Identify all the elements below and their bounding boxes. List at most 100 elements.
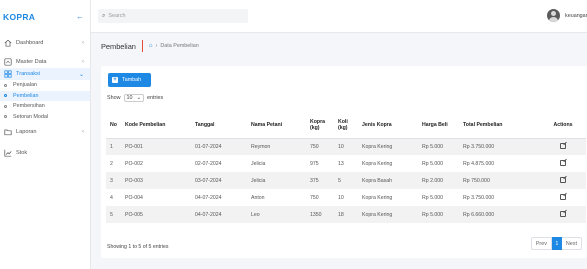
chevron-left-icon: ‹ [82, 129, 84, 135]
brand-bar: KOPRA ← [0, 0, 90, 33]
cell-koli: 18 [336, 206, 360, 223]
arrow-left-icon[interactable]: ← [76, 12, 84, 21]
home-icon[interactable]: ⌂ [149, 43, 153, 49]
sidebar-item-laporan[interactable]: Laporan ‹ [0, 126, 90, 138]
edit-icon[interactable] [560, 176, 566, 183]
sidebar-subitem-label: Pembelian [13, 92, 39, 99]
table-info: Showing 1 to 5 of 5 entries [107, 244, 169, 250]
user-name[interactable]: keuangan [565, 13, 587, 19]
sidebar-item-label: Laporan [16, 129, 37, 135]
entries-label: entries [147, 95, 164, 101]
show-label: Show [107, 95, 121, 101]
add-button[interactable]: + Tambah [108, 73, 151, 87]
sidebar-item-dashboard[interactable]: Dashboard ‹ [0, 37, 90, 49]
brand-logo[interactable]: KOPRA [3, 12, 35, 22]
chevron-down-icon: ⌄ [78, 71, 84, 78]
column-header-harga[interactable]: Harga Beli [420, 113, 461, 139]
cell-jenis: Kopra Basah [360, 172, 420, 189]
cell-nama: Leo [249, 206, 308, 223]
column-header-actions: Actions [540, 113, 586, 139]
user-menu[interactable]: keuangan [547, 9, 587, 22]
cell-no: 1 [106, 138, 123, 155]
sidebar-item-master-data[interactable]: Master Data ‹ [0, 56, 90, 68]
grid-icon [3, 70, 12, 79]
page-title: Pembelian [101, 41, 136, 51]
column-header-kopra[interactable]: Kopra (kg) [308, 113, 336, 139]
search-input[interactable]: ⌕ Search [98, 9, 248, 23]
cell-tanggal: 04-07-2024 [195, 194, 222, 201]
folder-icon [3, 128, 12, 137]
sidebar-item-label: Transaksi [16, 71, 41, 77]
column-header-kode[interactable]: Kode Pembelian [123, 113, 193, 139]
column-header-tanggal[interactable]: Tanggal [193, 113, 249, 139]
cell-harga: Rp 5.000 [420, 138, 461, 155]
sidebar-subitem-pembelian[interactable]: Pembelian [0, 90, 90, 101]
sidebar: KOPRA ← Dashboard ‹ Master Data ‹ Transa… [0, 0, 91, 269]
sidebar-item-transaksi[interactable]: Transaksi ⌄ [0, 68, 90, 80]
cell-tanggal: 03-07-2024 [193, 172, 249, 189]
table-row: 5 PO-005 04-07-2024 Leo 1350 18 Kopra Ke… [106, 206, 586, 223]
column-header-jenis[interactable]: Jenis Kopra [360, 113, 420, 139]
cell-harga: Rp 5.000 [422, 194, 444, 201]
table-row: 1 PO-001 01-07-2024 Reymon 750 10 Kopra … [106, 138, 586, 155]
edit-icon[interactable] [560, 142, 566, 149]
page-1-button[interactable]: 1 [551, 237, 562, 250]
cell-kode: PO-003 [123, 172, 193, 189]
entries-select[interactable]: 10 ⌄ [123, 94, 145, 102]
sidebar-subitem-label: Pembersihan [13, 103, 45, 110]
sidebar-item-stok[interactable]: Stok [0, 147, 90, 159]
sidebar-subitem-pembersihan[interactable]: Pembersihan [0, 101, 90, 112]
chevron-left-icon: ‹ [82, 40, 84, 46]
table-row: 3 PO-003 03-07-2024 Jelicia 375 5 Kopra … [106, 172, 586, 189]
purchase-table: No Kode Pembelian Tanggal Nama Petani Ko… [106, 113, 586, 223]
cell-kopra: 750 [310, 194, 319, 201]
add-button-label: Tambah [122, 77, 142, 83]
circle-icon [4, 94, 7, 98]
pagination: Prev 1 Next [530, 237, 582, 250]
avatar[interactable] [547, 9, 560, 22]
breadcrumb: ⌂ › Data Pembelian [149, 43, 199, 49]
cell-jenis: Kopra Kering [362, 160, 393, 167]
breadcrumb-current: Data Pembelian [160, 43, 199, 49]
cell-kode: PO-002 [125, 160, 143, 167]
cell-kode: PO-004 [125, 194, 143, 201]
sidebar-subitem-setoran-modal[interactable]: Setoran Modal [0, 112, 90, 123]
prev-page-button[interactable]: Prev [530, 237, 552, 250]
next-page-button[interactable]: Next [561, 237, 582, 250]
cell-kopra: 975 [310, 160, 319, 167]
sidebar-subitem-penjualan[interactable]: Penjualan [0, 80, 90, 91]
data-card: + Tambah Show 10 ⌄ entries No Kode Pembe… [101, 66, 587, 258]
page-header: Pembelian ⌂ › Data Pembelian [101, 40, 199, 52]
column-header-nama[interactable]: Nama Petani [249, 113, 308, 139]
cell-kopra: 375 [308, 172, 336, 189]
column-header-koli[interactable]: Koli (kg) [336, 113, 360, 139]
sidebar-item-label: Master Data [16, 59, 47, 65]
edit-icon[interactable] [560, 159, 566, 166]
title-divider [141, 40, 143, 52]
cell-nama: Reymon [249, 138, 308, 155]
cell-koli: 5 [336, 172, 360, 189]
column-header-total[interactable]: Total Pembelian [461, 113, 540, 139]
entries-length-control: Show 10 ⌄ entries [107, 94, 163, 102]
cell-nama: Jelicia [251, 160, 266, 167]
edit-icon[interactable] [560, 210, 566, 217]
chevron-down-icon: ⌄ [136, 95, 142, 101]
cell-total: Rp 4.875.000 [463, 160, 495, 167]
column-header-no[interactable]: No [106, 113, 123, 139]
cell-kopra: 750 [308, 138, 336, 155]
search-icon: ⌕ [102, 12, 106, 19]
search-placeholder: Search [108, 13, 126, 19]
cell-koli: 10 [338, 194, 344, 201]
circle-icon [4, 83, 7, 87]
cell-total: Rp 750.000 [461, 172, 540, 189]
chevron-left-icon: ‹ [82, 59, 84, 65]
cell-no: 2 [110, 160, 113, 167]
table-row: 4 PO-004 04-07-2024 Anton 750 10 Kopra K… [106, 189, 586, 206]
sidebar-subitem-label: Setoran Modal [13, 113, 49, 120]
cell-nama: Jelicia [249, 172, 308, 189]
cell-jenis: Kopra Kering [360, 138, 420, 155]
cell-tanggal: 04-07-2024 [193, 206, 249, 223]
edit-icon[interactable] [560, 193, 566, 200]
cell-kode: PO-005 [123, 206, 193, 223]
cell-no: 5 [106, 206, 123, 223]
